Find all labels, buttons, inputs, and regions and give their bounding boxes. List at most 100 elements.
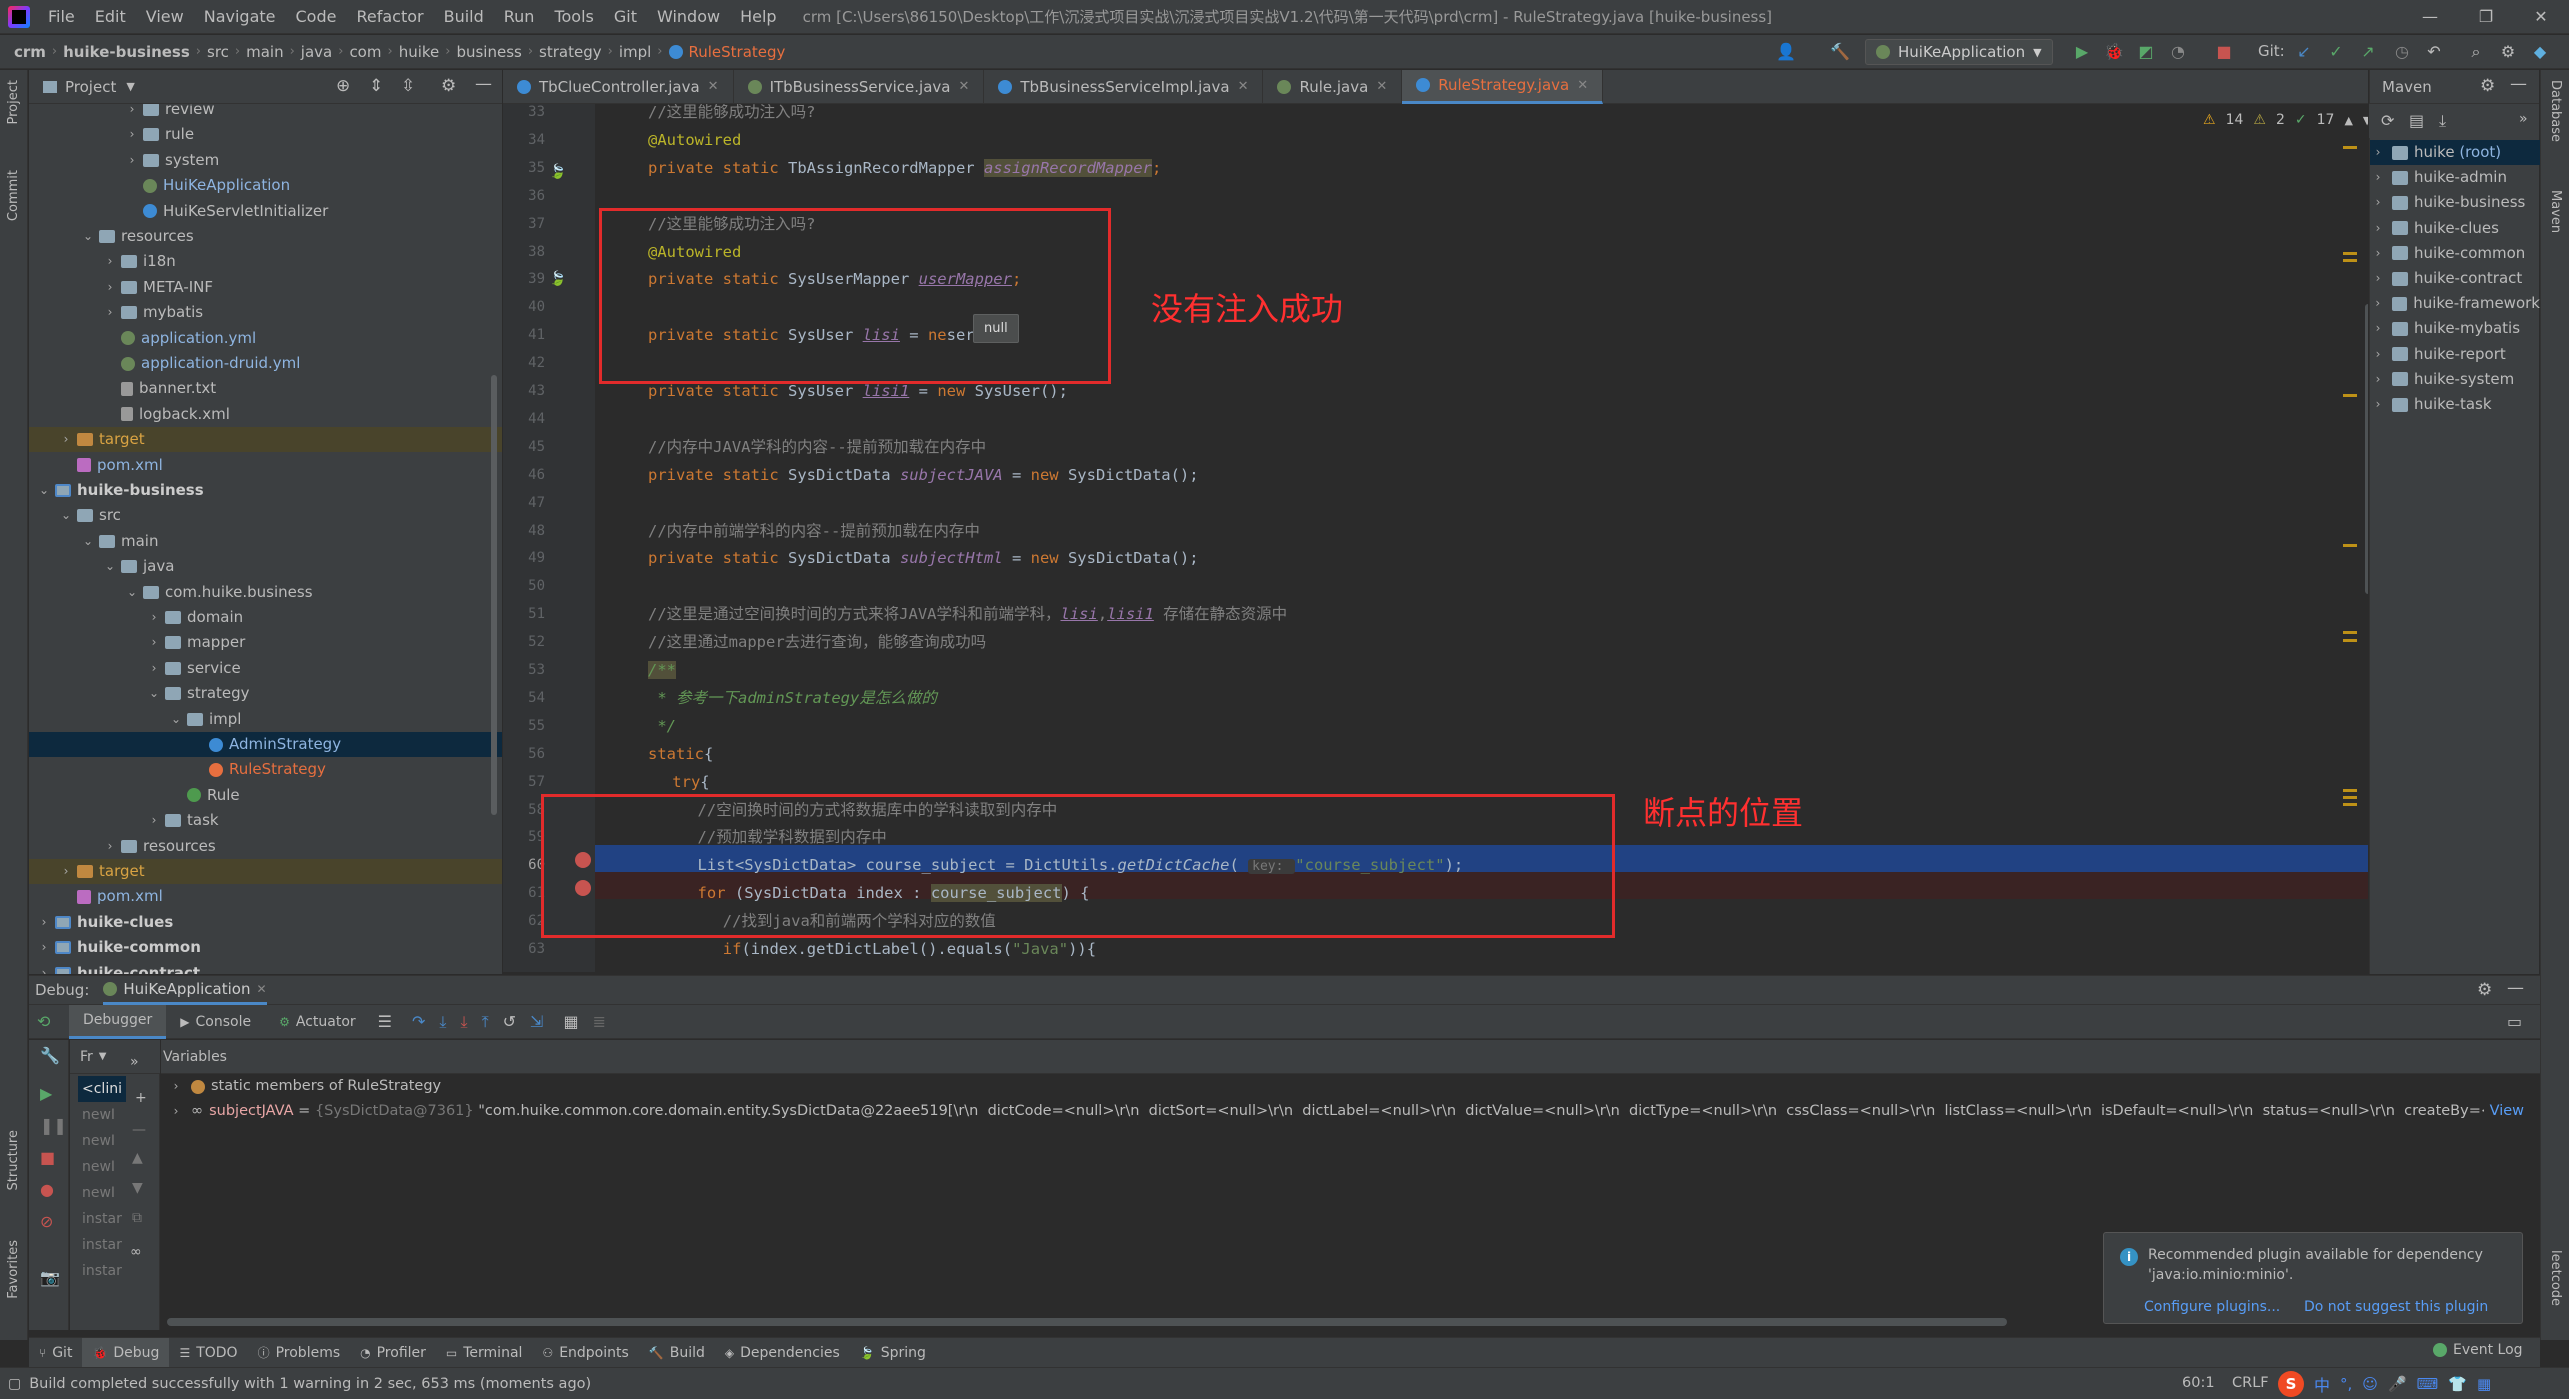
resume-icon[interactable]: ▶ — [40, 1084, 52, 1103]
chevron-right-icon[interactable]: › — [125, 148, 139, 173]
chevron-down-icon[interactable]: ▼ — [2363, 114, 2368, 127]
watches-infinity-icon[interactable]: ∞ — [130, 1244, 142, 1260]
menu-run[interactable]: Run — [494, 0, 545, 34]
chevron-right-icon[interactable]: › — [103, 249, 117, 274]
gear-icon[interactable]: ⚙ — [2480, 76, 2495, 96]
chevron-right-icon[interactable]: › — [2370, 216, 2386, 241]
maven-project-item[interactable]: › huike-admin — [2370, 165, 2540, 190]
breadcrumb-item[interactable]: java — [295, 43, 338, 61]
tree-item[interactable]: ⌄ resources — [29, 224, 502, 249]
view-breakpoints-icon[interactable]: ● — [40, 1180, 54, 1199]
chevron-right-icon[interactable]: › — [167, 1074, 185, 1099]
event-log-button[interactable]: Event Log — [2433, 1342, 2523, 1358]
panel-toggle-icon[interactable]: ▢ — [8, 1376, 21, 1392]
more-icon[interactable]: » — [130, 1054, 139, 1070]
maven-project-item[interactable]: › huike-common — [2370, 241, 2540, 266]
tree-item[interactable]: banner.txt — [29, 376, 502, 401]
menu-view[interactable]: View — [136, 0, 194, 34]
chevron-right-icon[interactable]: › — [103, 275, 117, 300]
frames-thread-select[interactable]: Fr — [80, 1049, 93, 1065]
close-icon[interactable]: ✕ — [2513, 0, 2569, 34]
restore-icon[interactable]: ❐ — [2458, 0, 2514, 34]
tree-item[interactable]: › system — [29, 148, 502, 173]
tree-item[interactable]: ⌄ com.huike.business — [29, 580, 502, 605]
wrench-icon[interactable]: 🔧 — [40, 1046, 60, 1065]
maven-project-item[interactable]: › huike-system — [2370, 367, 2540, 392]
move-up-icon[interactable]: ▲ — [132, 1150, 143, 1166]
rerun-icon[interactable]: ⟲ — [37, 1012, 50, 1031]
tree-item[interactable]: › huike-contract — [29, 961, 502, 974]
breadcrumb-item[interactable]: com — [343, 43, 387, 61]
stack-frame[interactable]: newI — [82, 1102, 115, 1128]
close-tab-icon[interactable]: ✕ — [1577, 78, 1588, 93]
chevron-down-icon[interactable]: ⌄ — [81, 224, 95, 249]
bottom-tab-todo[interactable]: ☰ TODO — [169, 1338, 247, 1368]
maven-project-item[interactable]: › huike-task — [2370, 392, 2540, 417]
chevron-right-icon[interactable]: › — [2370, 367, 2386, 392]
add-project-icon[interactable]: ▤ — [2409, 111, 2424, 130]
git-update-icon[interactable]: ↙ — [2294, 42, 2314, 62]
chevron-right-icon[interactable]: › — [2370, 316, 2386, 341]
editor-tab[interactable]: ITbBusinessService.java ✕ — [734, 69, 985, 104]
emoji-icon[interactable]: ☺ — [2362, 1375, 2378, 1393]
menu-git[interactable]: Git — [604, 0, 647, 34]
rollback-icon[interactable]: ↶ — [2424, 42, 2444, 62]
tree-item[interactable]: › target — [29, 427, 502, 453]
maven-project-item[interactable]: › huike-report — [2370, 342, 2540, 367]
spring-bean-icon[interactable]: 🍃 — [549, 164, 566, 180]
menu-code[interactable]: Code — [286, 0, 347, 34]
chevron-down-icon[interactable]: ⌄ — [81, 529, 95, 554]
tree-item[interactable]: AdminStrategy — [29, 732, 502, 757]
editor-tab[interactable]: Rule.java ✕ — [1263, 69, 1403, 104]
hide-panel-icon[interactable]: — — [2507, 978, 2524, 998]
download-icon[interactable]: ⤓ — [2439, 111, 2446, 131]
breadcrumb-item[interactable]: src — [201, 43, 235, 61]
leetcode-tool-button[interactable]: leetcode — [2548, 1250, 2563, 1306]
camera-icon[interactable]: 📷 — [40, 1268, 60, 1287]
tree-item[interactable]: pom.xml — [29, 884, 502, 909]
hide-panel-icon[interactable]: — — [475, 74, 492, 94]
warning-marker[interactable] — [2343, 796, 2357, 799]
tree-item[interactable]: application-druid.yml — [29, 351, 502, 376]
stack-frame[interactable]: newI — [82, 1154, 115, 1180]
minimize-icon[interactable]: — — [2402, 0, 2458, 34]
chevron-down-icon[interactable]: ⌄ — [37, 478, 51, 503]
drop-frame-icon[interactable]: ↺ — [503, 1012, 516, 1031]
chevron-down-icon[interactable]: ⌄ — [103, 554, 117, 579]
tree-item[interactable]: › target — [29, 859, 502, 884]
menu-refactor[interactable]: Refactor — [346, 0, 433, 34]
structure-tool-button[interactable]: Structure — [6, 1130, 21, 1190]
breadcrumb-item[interactable]: business — [450, 43, 527, 61]
build-hammer-icon[interactable]: 🔨 — [1830, 42, 1850, 62]
chevron-right-icon[interactable]: › — [59, 427, 73, 452]
bottom-tab-profiler[interactable]: ◔ Profiler — [350, 1338, 436, 1368]
step-out-icon[interactable]: ⤒ — [482, 1012, 489, 1032]
pause-icon[interactable]: ❚❚ — [40, 1116, 67, 1135]
chevron-right-icon[interactable]: › — [2370, 140, 2386, 165]
status-message[interactable]: Build completed successfully with 1 warn… — [29, 1376, 591, 1392]
debugger-tab-actuator[interactable]: ⚙ Actuator — [265, 1005, 370, 1039]
breadcrumb-item[interactable]: huike — [393, 43, 446, 61]
close-tab-icon[interactable]: ✕ — [1376, 79, 1387, 94]
code-editor[interactable]: 33 34 35 36 37 38 39 40 41 42 43 44 45 46 47 48 49 50 51 52… — [503, 104, 2368, 972]
variables-horizontal-scrollbar[interactable] — [167, 1318, 2007, 1326]
mute-breakpoints-icon[interactable]: ⊘ — [40, 1212, 53, 1231]
layout-list-icon[interactable]: ☰ — [378, 1012, 392, 1031]
close-tab-icon[interactable]: ✕ — [1238, 79, 1249, 94]
user-icon[interactable]: 👤 — [1776, 42, 1796, 62]
bottom-tab-endpoints[interactable]: ⚇ Endpoints — [532, 1338, 638, 1368]
chevron-down-icon[interactable]: ⌄ — [147, 681, 161, 706]
warning-marker[interactable] — [2343, 639, 2357, 642]
step-into-icon[interactable]: ⤓ — [439, 1012, 446, 1032]
jetbrains-toolbox-icon[interactable]: ◆ — [2530, 42, 2550, 62]
chevron-right-icon[interactable]: › — [2370, 266, 2386, 291]
bottom-tab-terminal[interactable]: ▭ Terminal — [436, 1338, 533, 1368]
coverage-icon[interactable]: ◩ — [2136, 42, 2156, 62]
project-tool-button[interactable]: Project — [6, 80, 21, 124]
chevron-right-icon[interactable]: › — [2370, 291, 2386, 316]
evaluate-expression-icon[interactable]: ▦ — [563, 1012, 578, 1031]
breadcrumb-item[interactable]: strategy — [533, 43, 608, 61]
chevron-right-icon[interactable]: › — [2370, 165, 2386, 190]
chevron-right-icon[interactable]: › — [125, 104, 139, 122]
tree-item[interactable]: › i18n — [29, 249, 502, 274]
